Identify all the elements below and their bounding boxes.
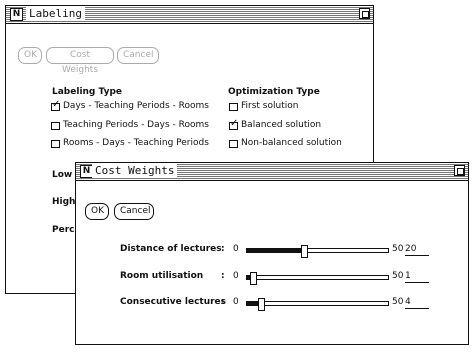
cost-weights-window-title: Cost Weights xyxy=(92,164,178,178)
slider-min: 0 xyxy=(233,244,239,254)
slider-min: 0 xyxy=(233,271,239,281)
labeling-option-label: Days - Teaching Periods - Rooms xyxy=(63,101,209,111)
slider-label: Consecutive lectures xyxy=(120,297,227,307)
ok-button[interactable]: OK xyxy=(85,203,109,220)
optimization-option-label: First solution xyxy=(241,101,299,111)
labeling-option-checkbox[interactable] xyxy=(51,140,60,148)
slider-label: Room utilisation xyxy=(120,271,204,281)
slider-knob[interactable] xyxy=(250,272,257,285)
slider-min: 0 xyxy=(233,297,239,307)
slider-colon: : xyxy=(221,297,225,307)
slider-track[interactable] xyxy=(246,272,389,285)
slider-value-field[interactable]: 1 xyxy=(405,270,429,283)
slider-max: 50 xyxy=(392,297,404,307)
labeling-type-heading: Labeling Type xyxy=(52,87,122,97)
labeling-titlebar[interactable]: N Labeling xyxy=(6,6,373,24)
labeling-option-checkbox[interactable] xyxy=(51,99,60,111)
cost-weights-button[interactable]: Cost Weights xyxy=(46,47,114,75)
cancel-button[interactable]: Cancel xyxy=(114,203,154,220)
slider-max: 50 xyxy=(392,271,404,281)
slider-knob[interactable] xyxy=(258,298,265,311)
labeling-option-label: Rooms - Days - Teaching Periods xyxy=(63,138,209,148)
slider-track[interactable] xyxy=(246,298,389,311)
slider-label: Distance of lectures xyxy=(120,244,222,254)
high-label: High xyxy=(52,197,76,207)
window-menu-icon[interactable]: N xyxy=(10,8,23,21)
cost-weights-window: N Cost Weights OK Cancel Distance of lec… xyxy=(75,162,469,345)
slider-colon: : xyxy=(221,244,225,254)
cost-weights-titlebar[interactable]: N Cost Weights xyxy=(76,163,468,181)
cancel-button[interactable]: Cancel xyxy=(117,47,159,64)
labeling-option-checkbox[interactable] xyxy=(51,122,60,130)
slider-colon: : xyxy=(221,271,225,281)
optimization-type-heading: Optimization Type xyxy=(228,87,320,97)
optimization-option-checkbox[interactable] xyxy=(229,103,238,111)
slider-value-field[interactable]: 20 xyxy=(405,243,429,256)
optimization-option-label: Balanced solution xyxy=(241,120,322,130)
low-label: Low xyxy=(52,170,73,180)
maximize-icon[interactable] xyxy=(359,8,370,19)
optimization-option-checkbox[interactable] xyxy=(229,140,238,148)
slider-value-field[interactable]: 4 xyxy=(405,296,429,309)
ok-button[interactable]: OK xyxy=(18,47,42,64)
slider-track[interactable] xyxy=(246,245,389,258)
slider-max: 50 xyxy=(392,244,404,254)
labeling-option-label: Teaching Periods - Days - Rooms xyxy=(63,120,209,130)
slider-knob[interactable] xyxy=(301,245,308,258)
optimization-option-checkbox[interactable] xyxy=(229,118,238,130)
optimization-option-label: Non-balanced solution xyxy=(241,138,342,148)
maximize-icon[interactable] xyxy=(454,165,465,176)
slider-fill xyxy=(247,249,303,252)
labeling-window-title: Labeling xyxy=(26,7,85,21)
